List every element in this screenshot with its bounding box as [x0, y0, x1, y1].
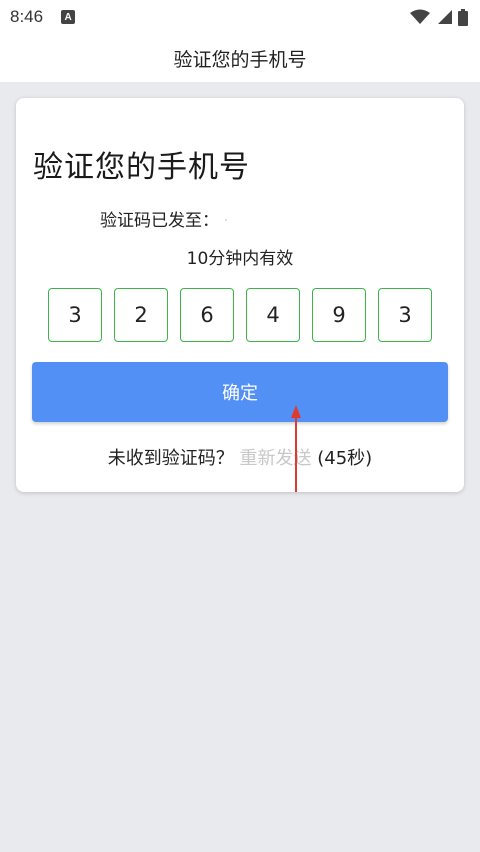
status-time: 8:46 — [10, 7, 44, 26]
app-bar-title: 验证您的手机号 — [173, 48, 307, 71]
code-input-row: 3 2 6 4 9 3 — [48, 288, 432, 342]
signal-icon — [438, 10, 452, 24]
wifi-icon — [410, 9, 430, 24]
app-bar: 验证您的手机号 — [0, 34, 480, 82]
countdown-text: (45秒) — [317, 448, 373, 469]
a-icon: A — [61, 10, 76, 24]
validity-text: 10分钟内有效 — [186, 249, 294, 269]
code-digit-input-5[interactable]: 9 — [312, 288, 366, 342]
status-bar: 8:46 A — [0, 0, 480, 34]
sent-to-label: 验证码已发至： — [100, 211, 219, 231]
resend-row: 未收到验证码？ 重新发送 (45秒) — [16, 444, 464, 470]
code-digit-input-1[interactable]: 3 — [48, 288, 102, 342]
phone-number: · — [224, 215, 228, 227]
code-digit-input-3[interactable]: 6 — [180, 288, 234, 342]
code-digit-input-6[interactable]: 3 — [378, 288, 432, 342]
sent-to-line: 验证码已发至： · — [100, 206, 228, 231]
status-icons — [410, 8, 468, 26]
confirm-button[interactable]: 确定 — [32, 362, 448, 422]
resend-link[interactable]: 重新发送 — [240, 448, 312, 469]
confirm-button-label: 确定 — [222, 383, 258, 404]
verification-card: 验证您的手机号 验证码已发至： · 10分钟内有效 3 2 6 4 9 3 确定… — [16, 98, 464, 492]
card-title: 验证您的手机号 — [33, 150, 250, 185]
not-received-text: 未收到验证码？ — [107, 448, 234, 469]
code-digit-input-2[interactable]: 2 — [114, 288, 168, 342]
page-content: 验证您的手机号 验证码已发至： · 10分钟内有效 3 2 6 4 9 3 确定… — [0, 82, 480, 852]
battery-icon — [458, 8, 468, 26]
code-digit-input-4[interactable]: 4 — [246, 288, 300, 342]
